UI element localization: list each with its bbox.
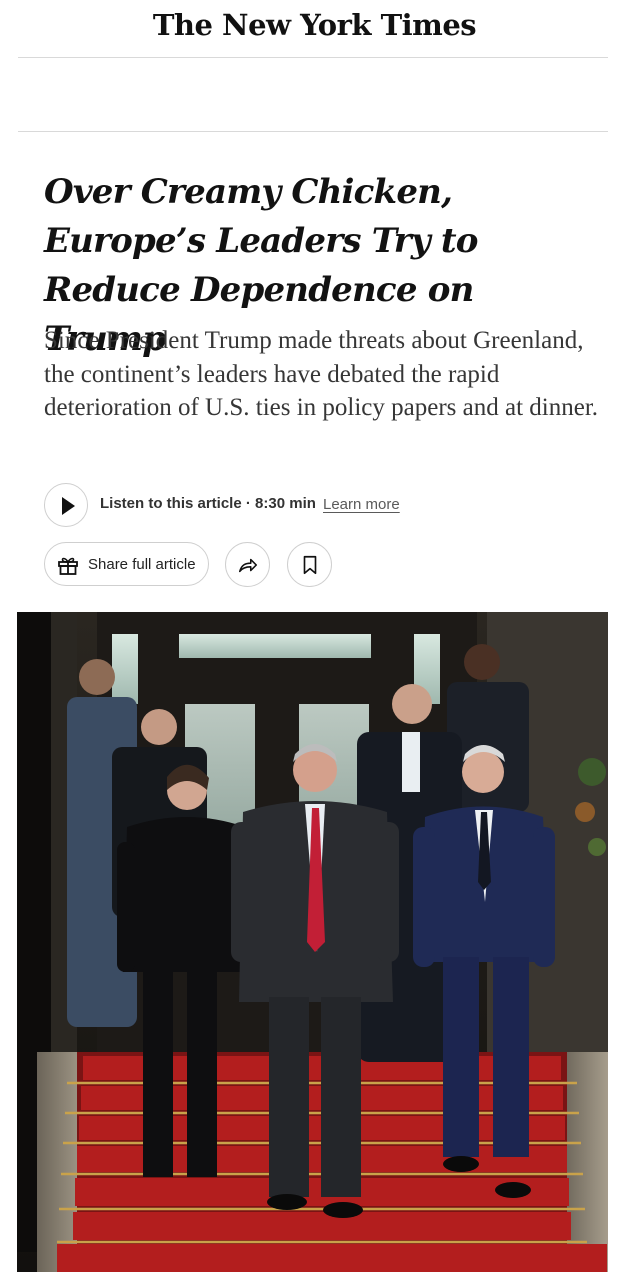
share-label: Share full article bbox=[88, 556, 196, 573]
masthead: The New York Times bbox=[0, 0, 629, 58]
share-button[interactable] bbox=[225, 542, 270, 587]
listen-separator: · bbox=[245, 495, 251, 512]
nyt-logo[interactable]: The New York Times bbox=[0, 8, 629, 42]
listen-duration: 8:30 min bbox=[255, 495, 316, 512]
masthead-divider bbox=[18, 57, 608, 58]
article-summary: Since President Trump made threats about… bbox=[44, 327, 599, 421]
play-button[interactable] bbox=[44, 483, 88, 527]
article-actions: Share full article bbox=[44, 542, 444, 587]
learn-more-link[interactable]: Learn more bbox=[323, 496, 400, 513]
section-divider bbox=[18, 131, 608, 132]
leaders-on-staircase-illustration bbox=[17, 612, 608, 1272]
save-button[interactable] bbox=[287, 542, 332, 587]
share-full-article-button[interactable]: Share full article bbox=[44, 542, 209, 586]
share-arrow-icon bbox=[238, 558, 258, 573]
audio-player: Listen to this article · 8:30 min Learn … bbox=[44, 483, 564, 527]
bookmark-icon bbox=[303, 555, 317, 575]
listen-info: Listen to this article · 8:30 min bbox=[100, 495, 316, 512]
play-icon bbox=[62, 497, 75, 515]
gift-icon bbox=[58, 557, 78, 575]
listen-label: Listen to this article bbox=[100, 495, 242, 512]
lead-photo[interactable] bbox=[17, 612, 608, 1272]
